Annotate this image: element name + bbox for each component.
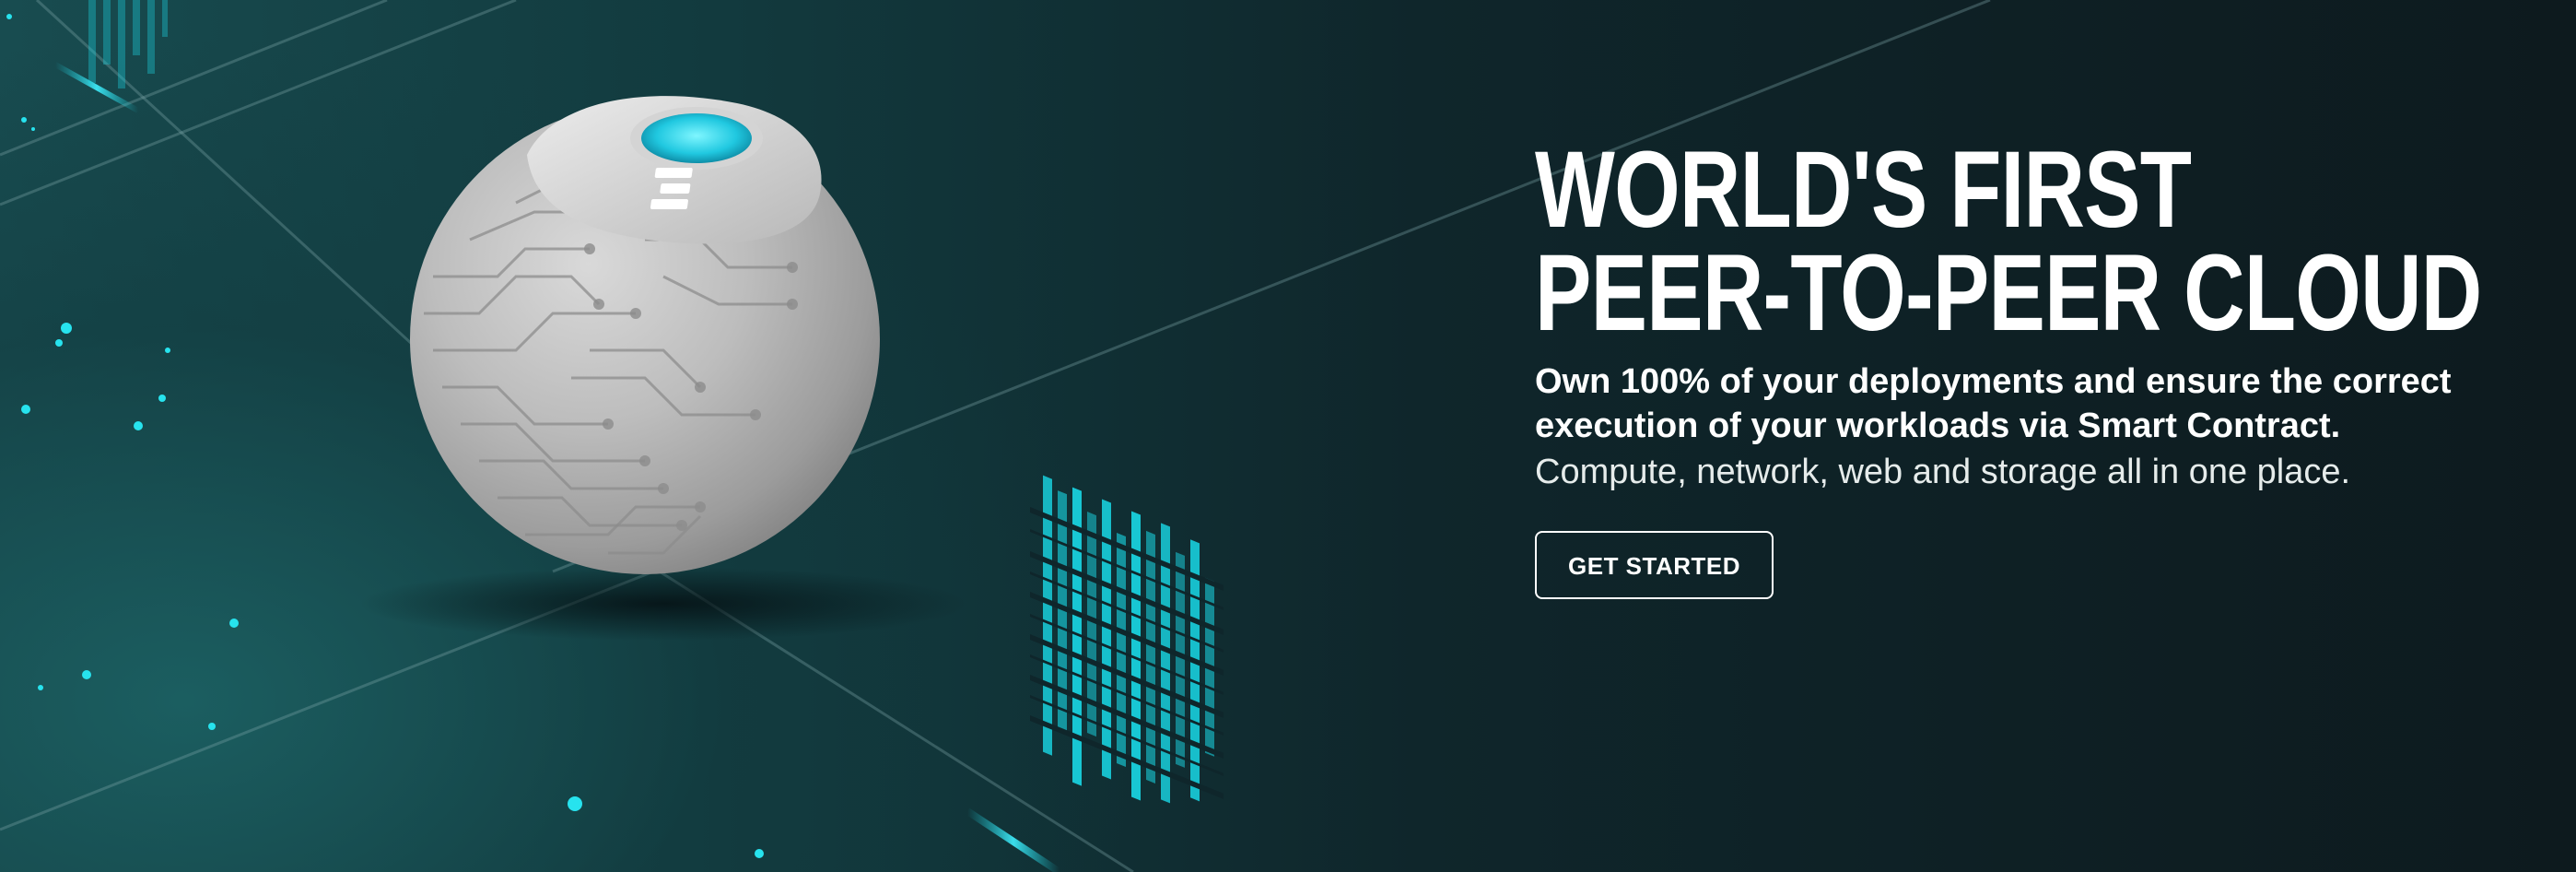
hero-headline: WORLD'S FIRST PEER-TO-PEER CLOUD [1535,129,2512,354]
data-glyphs-top [88,0,168,88]
lead-line-2: execution of your workloads via Smart Co… [1535,407,2341,445]
hero-subline: Compute, network, web and storage all in… [1535,453,2351,491]
hero-copy: WORLD'S FIRST PEER-TO-PEER CLOUD Own 100… [1535,129,2512,599]
glow-streak [53,62,140,113]
sphere-node-device [410,96,880,574]
get-started-button[interactable]: GET STARTED [1535,531,1774,599]
hero-banner: WORLD'S FIRST PEER-TO-PEER CLOUD Own 100… [0,0,2576,872]
headline-line-1: WORLD'S FIRST [1535,129,2192,251]
headline-line-2: PEER-TO-PEER CLOUD [1535,232,2482,354]
hero-lead: Own 100% of your deployments and ensure … [1535,359,2512,448]
lead-line-1: Own 100% of your deployments and ensure … [1535,362,2452,401]
glow-streak [965,807,1062,872]
sphere-shadow [359,567,967,641]
cyan-light-icon [641,113,752,163]
holographic-data-panel [1030,475,1224,804]
